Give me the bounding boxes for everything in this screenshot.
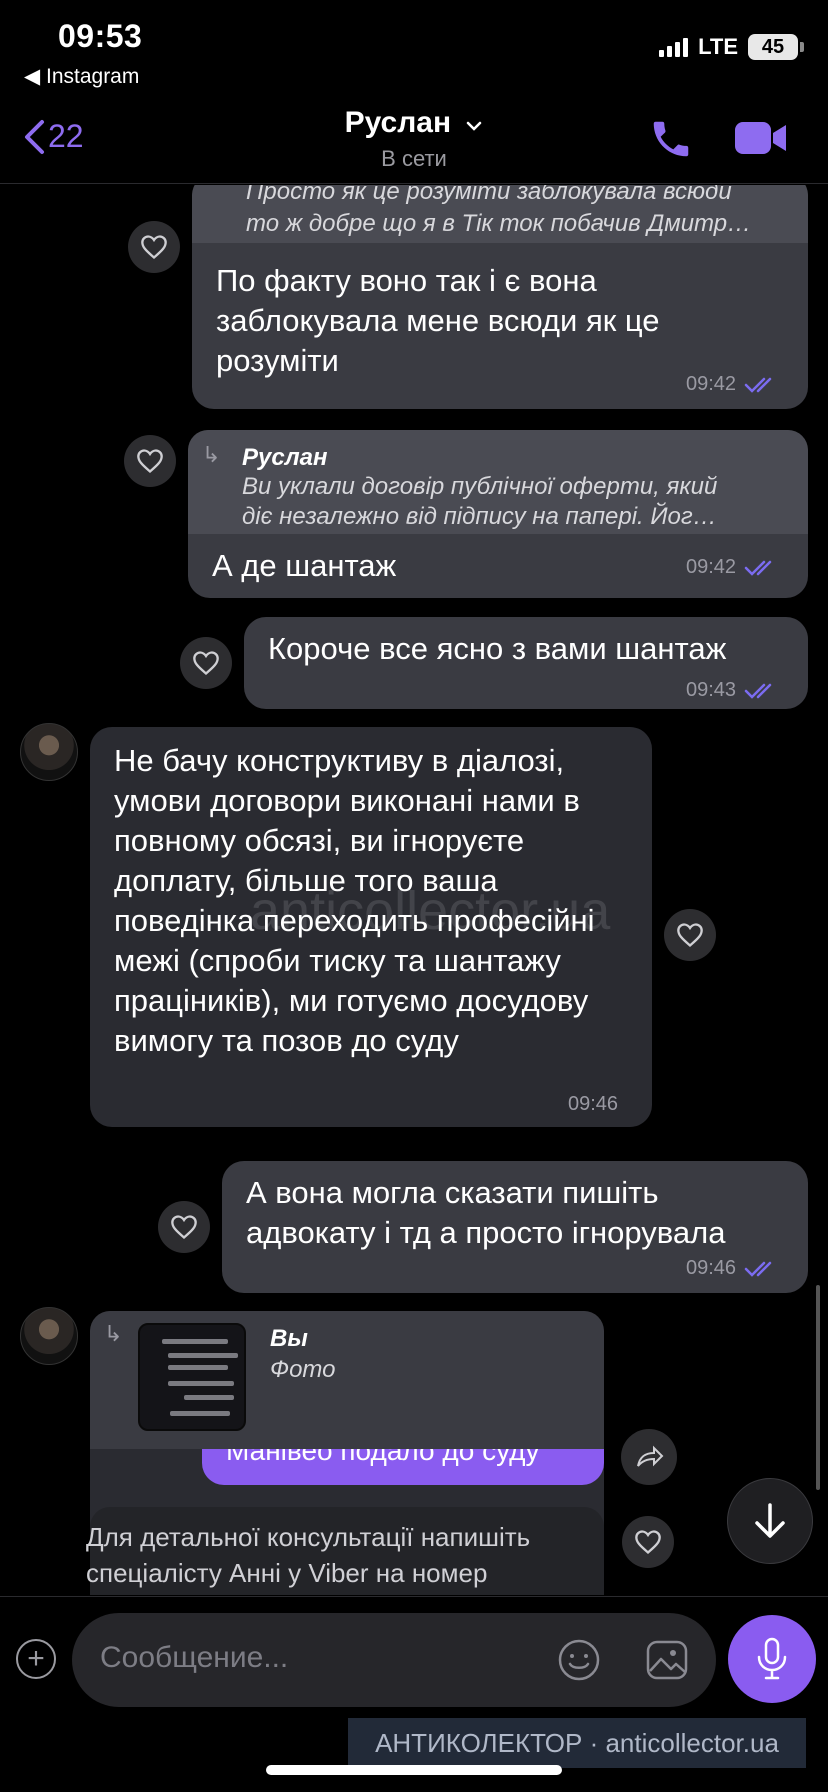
message-meta: 09:42: [686, 556, 778, 579]
status-time: 09:53: [58, 18, 143, 54]
message-time: 09:42: [686, 556, 737, 578]
reply-arrow-icon: ↳: [104, 1321, 123, 1346]
emoji-button[interactable]: [556, 1637, 602, 1688]
message-meta: 09:42: [686, 373, 778, 396]
share-button[interactable]: [621, 1429, 677, 1485]
attach-button[interactable]: +: [16, 1639, 56, 1679]
message-time: 09:43: [686, 679, 737, 701]
chevron-down-icon: [467, 121, 482, 131]
video-call-button[interactable]: [734, 118, 788, 163]
scrollbar[interactable]: [816, 1285, 820, 1490]
message-composer: + Сообщение...: [0, 1596, 828, 1736]
network-type: LTE: [698, 34, 738, 59]
message-input[interactable]: Сообщение...: [72, 1613, 716, 1707]
reply-arrow-icon: ↳: [202, 442, 221, 467]
like-button[interactable]: [158, 1201, 210, 1253]
contact-name-label: Руслан: [344, 106, 452, 139]
quoted-message[interactable]: Просто як це розуміти заблокувала всюди …: [192, 185, 808, 243]
message-bubble-outgoing[interactable]: Короче все ясно з вами шантаж 09:43: [244, 617, 808, 709]
gallery-icon: [646, 1640, 688, 1680]
heart-icon: [635, 1530, 661, 1555]
quoted-text-line: то ж добре що я в Тік ток побачив Дмитр…: [246, 210, 752, 237]
double-check-icon: [744, 683, 772, 699]
contact-avatar[interactable]: [20, 723, 78, 781]
consultation-block: Для детальної консультації напишіть спец…: [86, 1507, 604, 1595]
forwarded-text: Манівео подало до суду: [226, 1449, 540, 1466]
signal-icon: [659, 37, 689, 57]
message-meta: 09:43: [686, 679, 778, 702]
heart-icon: [137, 449, 163, 474]
double-check-icon: [744, 560, 772, 576]
quoted-media-type: Фото: [270, 1356, 336, 1383]
message-time: 09:46: [686, 1257, 737, 1279]
home-indicator[interactable]: [266, 1765, 562, 1775]
photo-thumbnail[interactable]: [138, 1323, 246, 1431]
like-button[interactable]: [124, 435, 176, 487]
message-text: А вона могла сказати пишіть адвокату і т…: [246, 1175, 726, 1250]
message-bubble-outgoing[interactable]: А вона могла сказати пишіть адвокату і т…: [222, 1161, 808, 1293]
double-check-icon: [744, 377, 772, 393]
chat-header: 22 Руслан В сети: [0, 96, 828, 184]
call-button[interactable]: [648, 116, 694, 167]
back-to-app-link[interactable]: ◀ Instagram: [24, 64, 139, 89]
message-text: Короче все ясно з вами шантаж: [268, 631, 727, 666]
quoted-text-line: Просто як це розуміти заблокувала всюди: [246, 185, 732, 205]
contact-avatar[interactable]: [20, 1307, 78, 1365]
message-time: 09:46: [568, 1093, 619, 1115]
like-button[interactable]: [622, 1516, 674, 1568]
heart-icon: [677, 923, 703, 948]
footer-banner: АНТИКОЛЕКТОР · anticollector.ua: [348, 1718, 806, 1768]
quoted-text-line: Ви уклали договір публічної оферти, який: [242, 473, 718, 500]
message-text: А де шантаж: [212, 548, 397, 583]
quoted-text-line: діє незалежно від підпису на папері. Йог…: [242, 503, 717, 530]
video-camera-icon: [735, 122, 786, 154]
message-meta: 09:46: [568, 1093, 618, 1116]
like-button[interactable]: [180, 637, 232, 689]
plus-icon: +: [27, 1642, 45, 1675]
arrow-down-icon: [755, 1503, 785, 1538]
like-button[interactable]: [128, 221, 180, 273]
contact-status: В сети: [381, 146, 447, 171]
gallery-button[interactable]: [644, 1637, 690, 1688]
microphone-icon: [757, 1637, 787, 1680]
like-button[interactable]: [664, 909, 716, 961]
heart-icon: [141, 235, 167, 260]
watermark: anticollector.ua: [250, 881, 611, 941]
share-icon: [637, 1445, 664, 1467]
forwarded-message-preview: Манівео подало до суду: [202, 1449, 604, 1485]
message-meta: 09:46: [686, 1257, 778, 1280]
quoted-message[interactable]: ↳ Руслан Ви уклали договір публічної офе…: [188, 430, 808, 534]
message-input-placeholder: Сообщение...: [100, 1641, 289, 1674]
phone-icon: [653, 121, 689, 157]
battery-icon: 45: [748, 34, 804, 60]
double-check-icon: [744, 1261, 772, 1277]
message-time: 09:42: [686, 373, 737, 395]
message-list[interactable]: Просто як це розуміти заблокувала всюди …: [0, 185, 828, 1595]
battery-level: 45: [761, 35, 785, 58]
quoted-author: Руслан: [242, 444, 328, 471]
message-text: По факту воно так і є вона заблокувала м…: [216, 263, 660, 378]
scroll-to-bottom-button[interactable]: [727, 1478, 813, 1564]
consultation-text: Для детальної консультації напишіть спец…: [86, 1522, 531, 1588]
heart-icon: [193, 651, 219, 676]
status-indicators: LTE 45: [659, 34, 804, 60]
heart-icon: [171, 1215, 197, 1240]
contact-name[interactable]: Руслан: [0, 106, 828, 140]
voice-message-button[interactable]: [728, 1615, 816, 1703]
quoted-author: Вы: [270, 1325, 308, 1352]
message-bubble-outgoing[interactable]: ↳ Руслан Ви уклали договір публічної офе…: [188, 430, 808, 598]
emoji-icon: [558, 1639, 600, 1681]
message-bubble-outgoing[interactable]: Просто як це розуміти заблокувала всюди …: [192, 185, 808, 409]
